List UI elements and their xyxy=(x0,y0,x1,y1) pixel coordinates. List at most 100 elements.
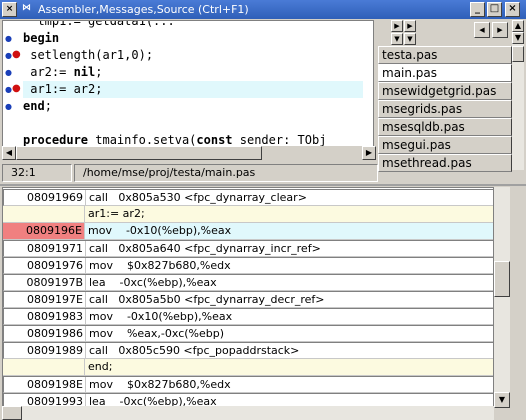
code-token: tmainfo.setva( xyxy=(88,133,197,147)
scroll-right-icon[interactable]: ▶ xyxy=(362,146,376,160)
asm-instruction: ar1:= ar2; xyxy=(88,207,145,220)
asm-row[interactable]: 08091986 mov %eax,-0xc(%ebp) xyxy=(3,325,493,342)
tabs-scroll-thumb[interactable] xyxy=(512,46,524,62)
source-code[interactable]: tmp1:= getdata1(... begin setlength(ar1,0… xyxy=(23,20,363,159)
asm-row[interactable]: 08091969 call 0x805a530 <fpc_dynarray_cle… xyxy=(3,189,493,206)
title-bar[interactable]: × ⋈ Assembler,Messages,Source (Ctrl+F1) … xyxy=(0,0,526,19)
source-row[interactable]: ar1:= ar2; xyxy=(3,206,493,223)
asm-address: 08091969 xyxy=(4,190,86,205)
pane-splitter[interactable] xyxy=(0,184,526,186)
breakpoint-icon[interactable]: ● xyxy=(12,84,21,94)
tab-forward-icon[interactable]: ▶ xyxy=(492,22,508,38)
keyword-token: procedure xyxy=(23,133,89,147)
keyword-token: nil xyxy=(73,65,96,79)
asm-row[interactable]: 08091971 call 0x805a640 <fpc_dynarray_inc… xyxy=(3,240,493,257)
asm-instruction: call 0x805a640 <fpc_dynarray_incr_ref> xyxy=(89,242,321,255)
tab-end-icon[interactable]: ▼ xyxy=(404,33,416,45)
tabs-scrollbar[interactable]: ▲ ▼ xyxy=(512,20,524,170)
asm-instruction: call 0x805a530 <fpc_dynarray_clear> xyxy=(89,191,307,204)
editor-gutter[interactable]: ● ● ● ● ● ● ● xyxy=(3,21,21,159)
asm-address: 0809197B xyxy=(4,275,86,290)
window-menu-icon[interactable]: ⋈ xyxy=(19,2,34,17)
asm-row[interactable]: 0809197B lea -0xc(%ebp),%eax xyxy=(3,274,493,291)
asm-row[interactable]: 08091983 mov -0x10(%ebp),%eax xyxy=(3,308,493,325)
asm-instruction: mov $0x827b680,%edx xyxy=(89,259,231,272)
source-line[interactable]: end; xyxy=(23,98,363,115)
asm-address: 08091989 xyxy=(4,343,86,358)
code-token: ar1:= ar2; xyxy=(23,82,103,96)
source-line[interactable]: tmp1:= getdata1(... xyxy=(23,20,363,30)
asm-address xyxy=(3,206,85,222)
asm-instruction: end; xyxy=(88,360,113,373)
editor-hscrollbar[interactable]: ◀ ▶ xyxy=(2,146,376,160)
editor-hscroll-thumb[interactable] xyxy=(16,146,262,160)
code-token: tmp1:= getdata1(... xyxy=(23,20,175,28)
asm-row[interactable]: 08091976 mov $0x827b680,%edx xyxy=(3,257,493,274)
asm-row[interactable]: 0809197E call 0x805a5b0 <fpc_dynarray_dec… xyxy=(3,291,493,308)
asm-row[interactable]: 0809198E mov $0x827b680,%edx xyxy=(3,376,493,393)
asm-instruction: call 0x805a5b0 <fpc_dynarray_decr_ref> xyxy=(89,293,325,306)
keyword-token: begin xyxy=(23,31,60,45)
assembler-vscroll-thumb[interactable] xyxy=(494,261,510,297)
line-marker-icon[interactable]: ● xyxy=(5,102,12,112)
file-tab[interactable]: msegui.pas xyxy=(378,136,512,154)
asm-address: 0809198E xyxy=(4,377,86,392)
source-line[interactable]: ar2:= nil; xyxy=(23,64,363,81)
source-row[interactable]: end; xyxy=(3,359,493,376)
tabs-scroll-down-icon[interactable]: ▼ xyxy=(512,32,524,44)
line-marker-icon[interactable]: ● xyxy=(5,34,12,44)
asm-instruction: mov %eax,-0xc(%ebp) xyxy=(89,327,225,340)
asm-instruction: mov $0x827b680,%edx xyxy=(89,378,231,391)
asm-address: 0809196E xyxy=(3,223,85,239)
source-line[interactable] xyxy=(23,115,363,132)
breakpoint-icon[interactable]: ● xyxy=(12,50,21,60)
source-line[interactable]: begin xyxy=(23,30,363,47)
code-token: ar2:= xyxy=(23,65,74,79)
file-path: /home/mse/proj/testa/main.pas xyxy=(74,164,378,182)
code-token: sender: TObj xyxy=(232,133,327,147)
asm-address: 08091986 xyxy=(4,326,86,341)
asm-address: 08091976 xyxy=(4,258,86,273)
asm-address xyxy=(3,359,85,375)
file-tab[interactable]: msewidgetgrid.pas xyxy=(378,82,512,100)
line-marker-icon[interactable]: ● xyxy=(5,51,12,61)
cursor-position: 32:1 xyxy=(2,164,72,182)
scroll-left-icon[interactable]: ◀ xyxy=(2,146,16,160)
code-token: ; xyxy=(44,99,52,113)
tabs-scroll-up-icon[interactable]: ▲ xyxy=(512,20,524,32)
asm-instruction: call 0x805c590 <fpc_popaddrstack> xyxy=(89,344,300,357)
tab-prev-icon[interactable]: ◀ xyxy=(474,22,490,38)
asm-row[interactable]: 08091989 call 0x805c590 <fpc_popaddrstack… xyxy=(3,342,493,359)
file-tab[interactable]: msegrids.pas xyxy=(378,100,512,118)
assembler-scroll-down-icon[interactable]: ▼ xyxy=(494,392,510,408)
close-button[interactable]: × xyxy=(505,2,520,17)
asm-address: 08091971 xyxy=(4,241,86,256)
asm-instruction: lea -0xc(%ebp),%eax xyxy=(89,276,217,289)
maximize-button[interactable]: □ xyxy=(487,2,502,17)
source-line[interactable]: ar1:= ar2; xyxy=(23,81,363,98)
source-line[interactable]: setlength(ar1,0); xyxy=(23,47,363,64)
tab-last-icon[interactable]: ▶ xyxy=(404,20,416,32)
asm-instruction: mov -0x10(%ebp),%eax xyxy=(89,310,233,323)
tab-next-icon[interactable]: ▶ xyxy=(391,20,403,32)
window-title: Assembler,Messages,Source (Ctrl+F1) xyxy=(38,3,249,16)
file-tab[interactable]: msethread.pas xyxy=(378,154,512,172)
code-token: ; xyxy=(95,65,103,79)
assembler-hscrollbar[interactable] xyxy=(2,406,494,420)
line-marker-icon[interactable]: ● xyxy=(5,85,12,95)
file-tab[interactable]: testa.pas xyxy=(378,46,512,64)
line-marker-icon[interactable]: ● xyxy=(5,68,12,78)
asm-instruction: mov -0x10(%ebp),%eax xyxy=(88,224,232,237)
file-tab[interactable]: main.pas xyxy=(378,64,512,82)
keyword-token: end xyxy=(23,99,45,113)
file-tab[interactable]: msesqldb.pas xyxy=(378,118,512,136)
asm-row[interactable]: 0809196E mov -0x10(%ebp),%eax xyxy=(3,223,493,240)
source-editor[interactable]: ● ● ● ● ● ● ● tmp1:= getdata1(... begin setleng… xyxy=(2,20,374,160)
assembler-vscrollbar[interactable] xyxy=(494,187,510,408)
assembler-hscroll-thumb[interactable] xyxy=(2,406,22,420)
tab-down-icon[interactable]: ▼ xyxy=(391,33,403,45)
minimize-button[interactable]: _ xyxy=(470,2,485,17)
dock-close-icon[interactable]: × xyxy=(2,2,17,17)
assembler-view[interactable]: 08091969 call 0x805a530 <fpc_dynarray_cle… xyxy=(2,187,494,408)
asm-address: 08091983 xyxy=(4,309,86,324)
